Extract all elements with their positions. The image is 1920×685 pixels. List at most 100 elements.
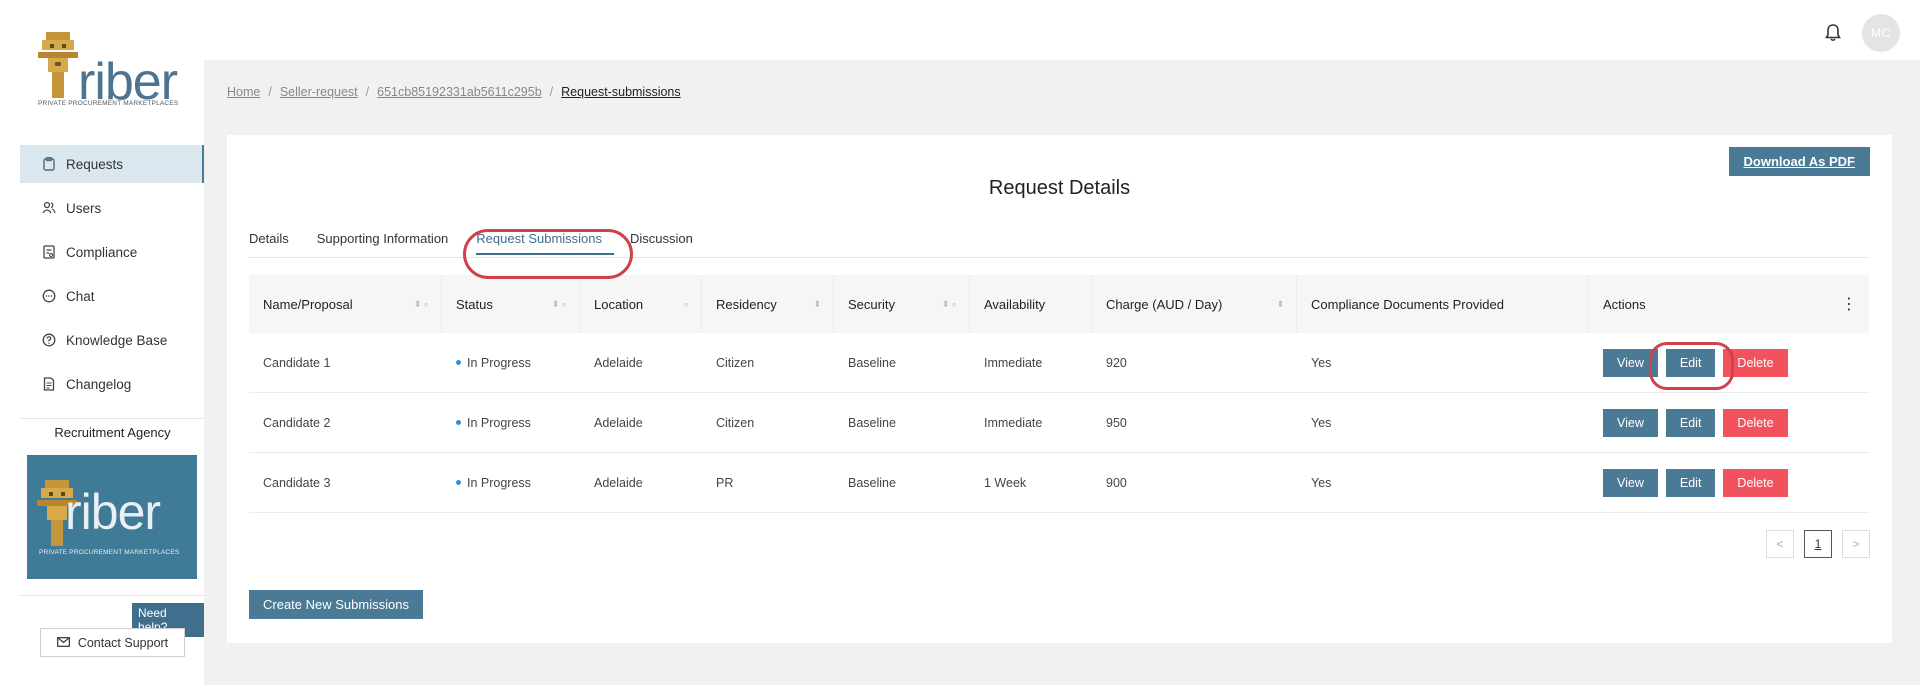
header-label: Security	[848, 296, 895, 312]
divider	[20, 595, 205, 596]
status-dot-icon	[456, 360, 461, 365]
cell-availability: Immediate	[984, 415, 1043, 430]
delete-button[interactable]: Delete	[1723, 468, 1788, 497]
status-label: In Progress	[467, 415, 531, 430]
cell-compliance: Yes	[1311, 355, 1332, 370]
cell-compliance: Yes	[1311, 475, 1332, 490]
search-icon[interactable]: ⌕	[684, 299, 689, 310]
avatar[interactable]: MC	[1862, 14, 1900, 52]
sidebar-item-label: Requests	[66, 156, 124, 172]
divider	[20, 418, 205, 419]
sidebar-item-label: Changelog	[66, 376, 132, 392]
column-header-location[interactable]: Location ⌕	[580, 275, 702, 333]
sort-icon[interactable]: ⬍	[1276, 299, 1284, 310]
breadcrumb-home[interactable]: Home	[227, 85, 260, 99]
breadcrumb-separator: /	[549, 85, 554, 99]
status-label: In Progress	[467, 475, 531, 490]
cell-security: Baseline	[848, 355, 896, 370]
sidebar-item-chat[interactable]: Chat	[20, 277, 205, 315]
cell-name: Candidate 3	[263, 475, 331, 490]
breadcrumb: Home / Seller-request / 651cb85192331ab5…	[227, 85, 681, 99]
agency-label: Recruitment Agency	[54, 425, 171, 440]
header-label: Charge (AUD / Day)	[1106, 296, 1223, 312]
cell-actions: View Edit Delete	[1589, 393, 1869, 452]
table-header: Name/Proposal ⬍ ⌕ Status ⬍ ⌕ Location ⌕ Res…	[249, 275, 1869, 333]
cell-security: Baseline	[848, 415, 896, 430]
column-header-residency[interactable]: Residency ⬍	[702, 275, 834, 333]
more-vertical-icon[interactable]: ⋮	[1841, 294, 1857, 314]
agency-logo: riber PRIVATE PROCUREMENT MARKETPLACES	[27, 455, 197, 579]
status-label: In Progress	[467, 355, 531, 370]
agency-logo-wordmark: riber	[65, 484, 161, 540]
column-header-compliance: Compliance Documents Provided	[1297, 275, 1589, 333]
contact-support-label: Contact Support	[77, 635, 169, 650]
pagination-prev-button[interactable]: <	[1766, 530, 1794, 558]
sort-search-icon[interactable]: ⬍ ⌕	[942, 299, 957, 310]
cell-residency: Citizen	[716, 355, 755, 370]
cell-status: In Progress	[442, 333, 580, 392]
request-details-card: Download As PDF Request Details Details …	[227, 135, 1892, 643]
view-button[interactable]: View	[1603, 408, 1658, 437]
cell-location: Adelaide	[594, 475, 643, 490]
totem-logo-icon	[38, 32, 78, 98]
sidebar-item-label: Knowledge Base	[66, 332, 168, 348]
brand-logo[interactable]: riber PRIVATE PROCUREMENT MARKETPLACES	[38, 30, 188, 112]
column-header-charge[interactable]: Charge (AUD / Day) ⬍	[1092, 275, 1297, 333]
column-header-actions: Actions ⋮	[1589, 275, 1869, 333]
header-label: Actions	[1603, 296, 1646, 312]
edit-button[interactable]: Edit	[1665, 408, 1716, 437]
breadcrumb-seller-request[interactable]: Seller-request	[280, 85, 358, 99]
column-header-security[interactable]: Security ⬍ ⌕	[834, 275, 970, 333]
status-dot-icon	[456, 420, 461, 425]
sidebar-item-requests[interactable]: Requests	[20, 145, 205, 183]
sidebar-item-users[interactable]: Users	[20, 189, 205, 227]
bell-icon[interactable]	[1822, 22, 1844, 44]
sort-icon[interactable]: ⬍	[813, 299, 821, 310]
cell-location: Adelaide	[594, 415, 643, 430]
cell-availability: Immediate	[984, 355, 1043, 370]
compliance-icon	[42, 245, 56, 259]
download-pdf-button[interactable]: Download As PDF	[1728, 147, 1870, 176]
status-dot-icon	[456, 480, 461, 485]
help-circle-icon	[42, 333, 56, 347]
sidebar-item-changelog[interactable]: Changelog	[20, 365, 205, 403]
create-new-submissions-button[interactable]: Create New Submissions	[249, 590, 423, 619]
sort-search-icon[interactable]: ⬍ ⌕	[552, 299, 567, 310]
sidebar-item-compliance[interactable]: Compliance	[20, 233, 205, 271]
pagination: < 1 >	[1766, 530, 1870, 558]
cell-charge: 920	[1106, 355, 1127, 370]
edit-button[interactable]: Edit	[1665, 468, 1716, 497]
breadcrumb-separator: /	[268, 85, 272, 99]
column-header-name[interactable]: Name/Proposal ⬍ ⌕	[249, 275, 442, 333]
pagination-next-button[interactable]: >	[1842, 530, 1870, 558]
contact-support-button[interactable]: Contact Support	[40, 628, 185, 657]
tab-details[interactable]: Details	[249, 225, 301, 255]
highlight-annotation	[463, 229, 633, 279]
header-label: Name/Proposal	[263, 296, 353, 312]
sort-search-icon[interactable]: ⬍ ⌕	[414, 299, 429, 310]
sidebar-item-knowledge-base[interactable]: Knowledge Base	[20, 321, 205, 359]
cell-residency: PR	[716, 475, 734, 490]
header-label: Location	[594, 296, 644, 312]
users-icon	[42, 201, 56, 215]
cell-security: Baseline	[848, 475, 896, 490]
header-label: Compliance Documents Provided	[1311, 296, 1504, 312]
submissions-table: Name/Proposal ⬍ ⌕ Status ⬍ ⌕ Location ⌕ Res…	[249, 275, 1869, 513]
view-button[interactable]: View	[1603, 468, 1658, 497]
cell-location: Adelaide	[594, 355, 643, 370]
breadcrumb-separator: /	[365, 85, 370, 99]
sidebar-item-label: Users	[66, 200, 102, 216]
tab-discussion[interactable]: Discussion	[630, 225, 705, 255]
agency-logo-tagline: PRIVATE PROCUREMENT MARKETPLACES	[39, 549, 180, 556]
tab-supporting-information[interactable]: Supporting Information	[317, 225, 461, 255]
breadcrumb-request-id[interactable]: 651cb85192331ab5611c295b	[377, 85, 542, 99]
pagination-page-button[interactable]: 1	[1804, 530, 1832, 558]
sidebar-nav: Requests Users Compliance Chat Knowledge…	[20, 145, 205, 409]
cell-status: In Progress	[442, 393, 580, 452]
delete-button[interactable]: Delete	[1723, 408, 1788, 437]
column-header-status[interactable]: Status ⬍ ⌕	[442, 275, 580, 333]
cell-charge: 900	[1106, 475, 1127, 490]
cell-name: Candidate 1	[263, 355, 331, 370]
cell-actions: View Edit Delete	[1589, 453, 1869, 512]
sidebar-item-label: Chat	[66, 288, 95, 304]
